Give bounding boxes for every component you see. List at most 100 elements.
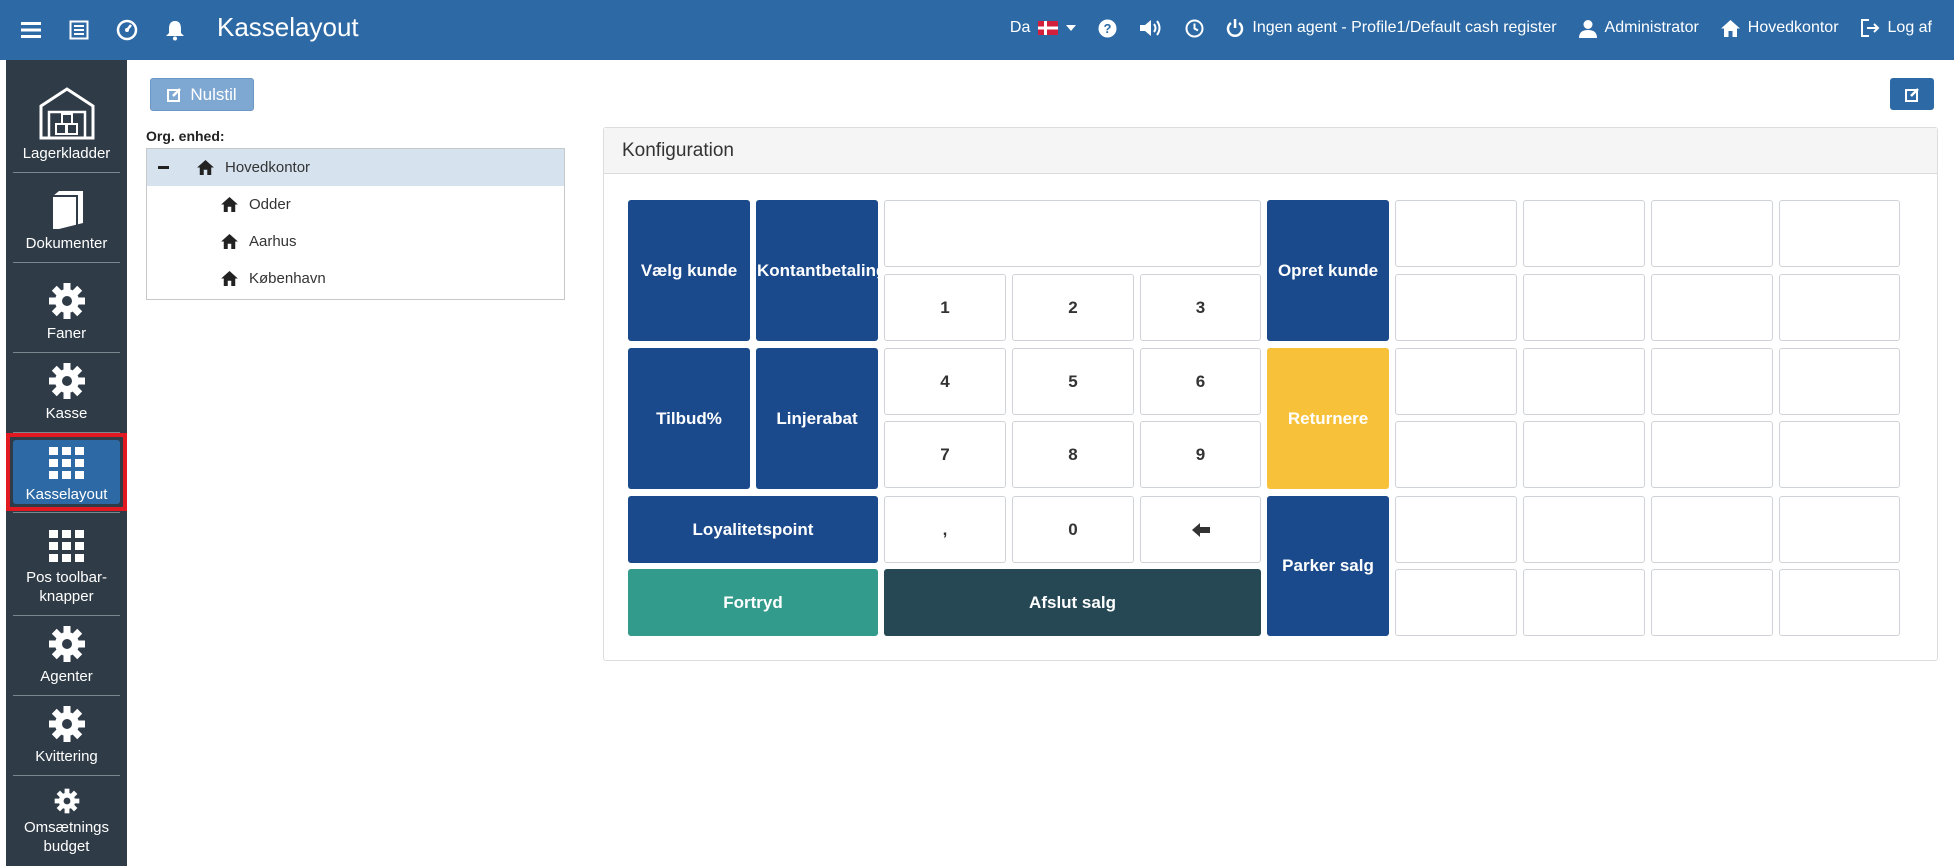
tree-node-odder[interactable]: Odder [147, 186, 564, 223]
numpad-key[interactable]: 3 [1140, 274, 1261, 341]
sidebar-item-agenter[interactable]: Agenter [6, 616, 127, 696]
sidebar-item-kasselayout[interactable]: Kasselayout [6, 433, 127, 513]
key-label: 2 [1068, 297, 1078, 317]
caret-down-icon [1066, 25, 1077, 31]
clock-icon[interactable] [1185, 19, 1204, 38]
sidebar-item-faner[interactable]: Faner [6, 263, 127, 353]
line-discount-key[interactable]: Linjerabat [756, 348, 878, 489]
create-customer-key[interactable]: Opret kunde [1267, 200, 1389, 341]
empty-key-slot[interactable] [1395, 348, 1517, 415]
tree-node-kobenhavn[interactable]: København [147, 260, 564, 297]
sidebar-item-label: Agenter [40, 668, 93, 685]
empty-key-slot[interactable] [1395, 274, 1517, 341]
empty-key-slot[interactable] [1651, 200, 1773, 267]
empty-key-slot[interactable] [1395, 496, 1517, 563]
empty-key-slot[interactable] [1651, 496, 1773, 563]
warehouse-icon [39, 87, 94, 140]
user-menu[interactable]: Administrator [1578, 19, 1699, 38]
sidebar-item-label: Dokumenter [25, 235, 108, 252]
key-label: Vælg kunde [640, 260, 738, 280]
logout-link[interactable]: Log af [1860, 19, 1932, 37]
empty-key-slot[interactable] [1523, 496, 1645, 563]
numpad-key[interactable]: 1 [884, 274, 1006, 341]
undo-key[interactable]: Fortryd [628, 569, 878, 636]
empty-key-slot[interactable] [1395, 421, 1517, 488]
numpad-key[interactable]: 8 [1012, 421, 1134, 488]
sidebar-item-omsaetningsbudget[interactable]: Omsætnings budget [6, 776, 127, 866]
empty-key-slot[interactable] [1395, 569, 1517, 636]
language-selector[interactable]: Da [1010, 19, 1077, 37]
empty-key-slot[interactable] [1651, 274, 1773, 341]
agent-status[interactable]: Ingen agent - Profile1/Default cash regi… [1226, 18, 1557, 38]
logout-icon [1860, 19, 1879, 37]
empty-key-slot[interactable] [1651, 569, 1773, 636]
numpad-key[interactable]: 4 [884, 348, 1006, 415]
collapse-icon[interactable] [158, 166, 169, 169]
empty-key-slot[interactable] [1523, 200, 1645, 267]
backspace-key[interactable] [1140, 496, 1261, 563]
numpad-key[interactable]: 5 [1012, 348, 1134, 415]
sidebar-item-label: Omsætnings budget [23, 819, 110, 855]
empty-key-slot[interactable] [1523, 569, 1645, 636]
finish-sale-key[interactable]: Afslut salg [884, 569, 1261, 636]
tree-node-hovedkontor[interactable]: Hovedkontor [147, 149, 564, 186]
office-label: Hovedkontor [1747, 19, 1839, 36]
home-icon [197, 160, 214, 175]
empty-key-slot[interactable] [1523, 274, 1645, 341]
sidebar-item-dokumenter[interactable]: Dokumenter [6, 173, 127, 263]
key-label: Opret kunde [1277, 260, 1379, 280]
comma-key[interactable]: , [884, 496, 1006, 563]
empty-key-slot[interactable] [1523, 421, 1645, 488]
panel-title: Konfiguration [604, 128, 1937, 174]
list-icon[interactable] [68, 19, 90, 41]
edit-icon [1904, 87, 1919, 102]
empty-key-slot[interactable] [1651, 348, 1773, 415]
sidebar-item-kasse[interactable]: Kasse [6, 353, 127, 433]
reset-button[interactable]: Nulstil [150, 78, 254, 111]
dashboard-icon[interactable] [116, 19, 138, 41]
numpad-key[interactable]: 2 [1012, 274, 1134, 341]
display-field[interactable] [884, 200, 1261, 267]
hamburger-menu-icon[interactable] [20, 19, 42, 41]
sidebar-item-lagerkladder[interactable]: Lagerkladder [6, 60, 127, 173]
numpad-key[interactable]: 6 [1140, 348, 1261, 415]
key-label: 1 [940, 297, 950, 317]
empty-key-slot[interactable] [1651, 421, 1773, 488]
loyalty-points-key[interactable]: Loyalitetspoint [628, 496, 878, 563]
choose-customer-key[interactable]: Vælg kunde [628, 200, 750, 341]
tree-node-label: Odder [249, 196, 291, 213]
park-sale-key[interactable]: Parker salg [1267, 496, 1389, 636]
key-label: 8 [1068, 444, 1078, 464]
grid-icon [48, 446, 84, 479]
office-link[interactable]: Hovedkontor [1720, 19, 1839, 37]
bell-icon[interactable] [164, 19, 186, 41]
tree-node-aarhus[interactable]: Aarhus [147, 223, 564, 260]
sidebar: Lagerkladder Dokumenter Faner Kasse Kass… [6, 60, 127, 866]
sidebar-item-kvittering[interactable]: Kvittering [6, 696, 127, 776]
home-icon [1720, 19, 1740, 37]
key-label: , [942, 519, 948, 539]
empty-key-slot[interactable] [1395, 200, 1517, 267]
help-icon[interactable]: ? [1098, 19, 1117, 38]
sound-icon[interactable] [1139, 19, 1163, 37]
empty-key-slot[interactable] [1779, 569, 1900, 636]
cash-payment-key[interactable]: Kontantbetaling [756, 200, 878, 341]
sidebar-item-pos-toolbar[interactable]: Pos toolbar-knapper [6, 513, 127, 616]
empty-key-slot[interactable] [1779, 496, 1900, 563]
empty-key-slot[interactable] [1779, 348, 1900, 415]
return-key[interactable]: Returnere [1267, 348, 1389, 489]
numpad-key[interactable]: 9 [1140, 421, 1261, 488]
tree-node-label: København [249, 270, 326, 287]
key-label: Kontantbetaling [757, 260, 878, 280]
empty-key-slot[interactable] [1779, 274, 1900, 341]
empty-key-slot[interactable] [1779, 200, 1900, 267]
empty-key-slot[interactable] [1523, 348, 1645, 415]
numpad-key[interactable]: 7 [884, 421, 1006, 488]
tree-node-label: Aarhus [249, 233, 297, 250]
offer-percent-key[interactable]: Tilbud% [628, 348, 750, 489]
empty-key-slot[interactable] [1779, 421, 1900, 488]
numpad-key[interactable]: 0 [1012, 496, 1134, 563]
sidebar-item-label: Faner [46, 325, 87, 342]
key-label: 3 [1195, 297, 1206, 317]
edit-button[interactable] [1890, 78, 1934, 110]
